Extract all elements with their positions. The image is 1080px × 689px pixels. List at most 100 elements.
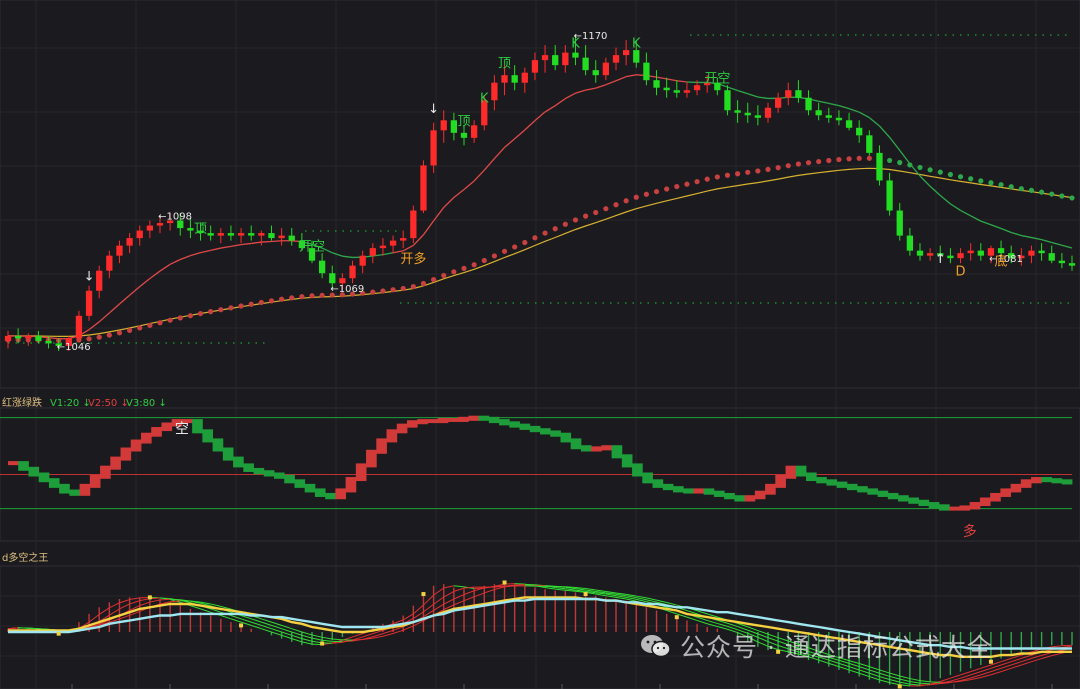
- medium-ma-segment: [119, 294, 131, 305]
- candle: [379, 238, 387, 256]
- oscillator-step: [509, 421, 520, 428]
- candle-body: [774, 97, 782, 108]
- candle-body: [410, 210, 417, 239]
- oscillator-step: [979, 497, 991, 507]
- support-dot: [633, 194, 639, 200]
- medium-ma-segment: [139, 277, 151, 288]
- candle-body: [460, 132, 468, 138]
- histogram-fan-line: [930, 681, 941, 683]
- candle-body: [25, 335, 32, 339]
- support-dot: [694, 179, 700, 185]
- histogram-title: d多空之王: [2, 551, 48, 564]
- candle-body: [926, 253, 934, 256]
- histogram-fan-line: [555, 588, 566, 591]
- histogram-fan-line: [514, 583, 525, 585]
- candle-body: [491, 82, 498, 101]
- candle-body: [420, 165, 427, 211]
- medium-ma-segment: [889, 136, 901, 151]
- medium-ma-segment: [108, 303, 120, 314]
- oscillator-step: [724, 492, 735, 500]
- candle: [511, 65, 518, 91]
- candle-body: [562, 52, 569, 66]
- oscillator-step: [519, 423, 531, 430]
- candle: [785, 82, 792, 106]
- histogram-fan-line: [433, 587, 445, 596]
- oscillator-step: [529, 425, 541, 433]
- oscillator-step: [877, 490, 889, 497]
- histogram-fan-line: [88, 614, 100, 623]
- support-dot: [197, 310, 204, 317]
- support-dot: [167, 317, 173, 323]
- oscillator-step: [826, 479, 838, 486]
- candle: [136, 225, 143, 246]
- histogram-fan-line: [453, 587, 465, 592]
- candle-body: [1028, 250, 1035, 256]
- histogram-fan-line: [869, 666, 880, 671]
- candle: [369, 243, 376, 264]
- oscillator-step: [79, 483, 91, 496]
- histogram-fan-line: [281, 634, 292, 640]
- medium-ma-segment: [585, 87, 596, 91]
- candle: [835, 110, 843, 126]
- candle-body: [967, 250, 974, 254]
- histogram-fan-line: [311, 634, 323, 638]
- candle-body: [744, 112, 751, 116]
- wechat-icon: [640, 633, 672, 659]
- oscillator-step: [1020, 479, 1032, 488]
- support-dot: [309, 293, 315, 299]
- medium-ma-segment: [575, 89, 586, 94]
- support-dot: [805, 160, 812, 166]
- medium-ma-segment: [483, 158, 495, 171]
- histogram-fan-line: [463, 596, 475, 602]
- histogram-fan-line: [382, 632, 394, 637]
- candle-body: [541, 55, 549, 61]
- histogram-fan-line: [859, 666, 870, 671]
- price-label: ←1098: [158, 212, 192, 223]
- support-dot: [501, 248, 508, 254]
- histogram-fan-line: [443, 585, 454, 589]
- candle-body: [217, 233, 224, 236]
- candle-body: [35, 335, 42, 341]
- histogram-fan-line: [281, 631, 292, 636]
- price-label: ←1069: [330, 284, 364, 295]
- support-dot: [157, 320, 163, 326]
- oscillator-step: [611, 445, 623, 459]
- support-dot: [228, 305, 234, 311]
- oscillator-step: [130, 439, 142, 452]
- oscillator-step: [836, 481, 848, 488]
- candle-body: [440, 120, 447, 131]
- price-label: ←1046: [57, 342, 91, 353]
- oscillator-step: [447, 417, 459, 422]
- candle: [602, 57, 610, 81]
- candle-body: [754, 115, 762, 118]
- support-dot: [177, 315, 183, 321]
- histogram-fan-line: [889, 675, 900, 680]
- candle: [916, 243, 924, 261]
- histogram-fan-line: [919, 680, 931, 683]
- candle: [592, 60, 599, 83]
- medium-ma-segment: [149, 270, 161, 279]
- candle-body: [845, 120, 853, 128]
- support-dot: [420, 280, 427, 287]
- candle-body: [764, 107, 772, 118]
- candle: [400, 230, 407, 249]
- medium-ma-segment: [605, 80, 617, 86]
- candle-body: [653, 80, 660, 88]
- signal-label: K: [571, 37, 580, 52]
- histogram-fan-line: [1051, 645, 1062, 648]
- candle: [622, 40, 630, 66]
- support-dot: [653, 188, 660, 195]
- oscillator-step: [560, 432, 572, 443]
- oscillator-step: [867, 488, 879, 495]
- candle-body: [470, 125, 478, 138]
- candle-body: [268, 233, 275, 239]
- histogram-fan-line: [1061, 644, 1073, 647]
- candle-body: [602, 62, 610, 76]
- oscillator-step: [795, 465, 807, 477]
- histogram-fan-line: [869, 672, 880, 678]
- histogram-fan-line: [139, 601, 151, 607]
- medium-ma-segment: [939, 195, 951, 205]
- support-dot: [765, 166, 771, 173]
- medium-ma-segment: [868, 117, 880, 127]
- oscillator-step: [407, 420, 418, 428]
